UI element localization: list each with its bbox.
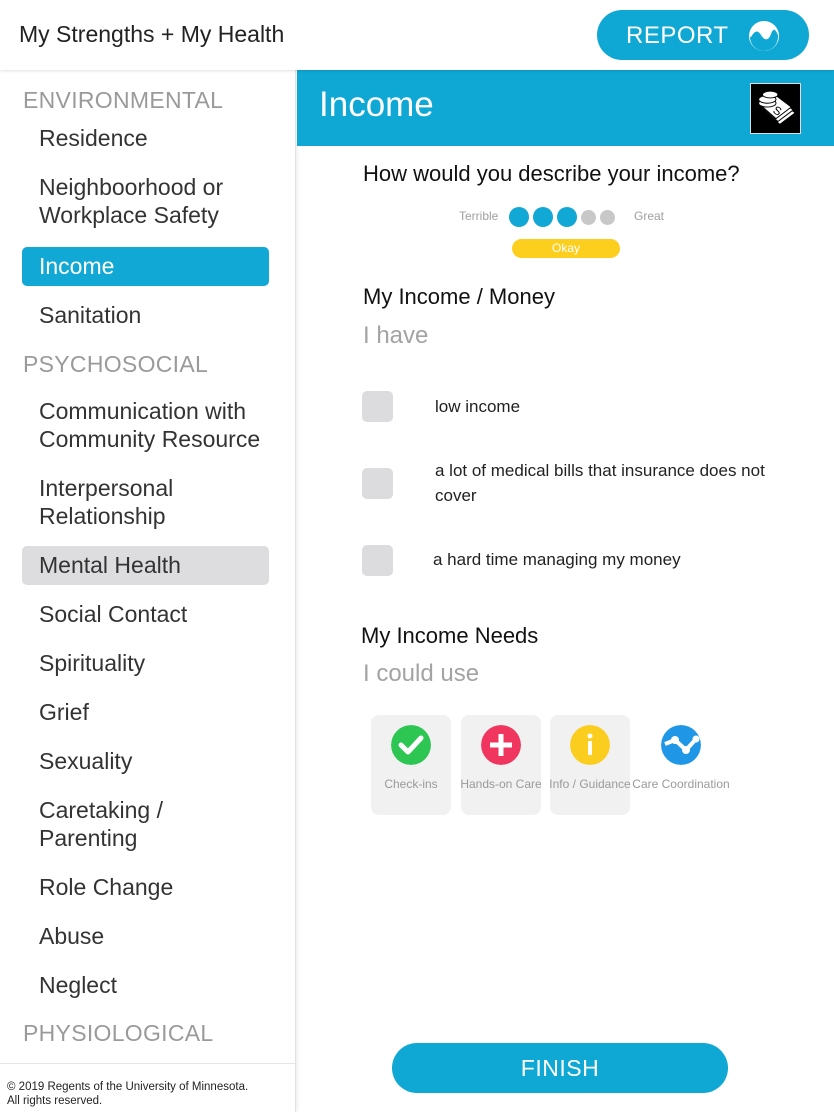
rating-dot-3[interactable] xyxy=(557,207,577,227)
info-icon xyxy=(570,725,610,765)
section-label-physiological: PHYSIOLOGICAL xyxy=(23,1020,214,1046)
report-button-label: REPORT xyxy=(626,22,729,49)
checkbox-managing-money[interactable] xyxy=(362,545,393,576)
main-panel: Income S How would you describe your inc… xyxy=(297,70,834,1112)
option-label-medical-bills: a lot of medical bills that insurance do… xyxy=(435,461,765,505)
rating-low-label: Terrible xyxy=(459,209,499,223)
need-label: Info / Guidance xyxy=(549,777,631,791)
needs-heading: My Income Needs xyxy=(361,623,539,648)
sidebar: ENVIRONMENTAL Residence Neighboorhood or… xyxy=(0,70,296,1112)
check-icon xyxy=(391,725,431,765)
need-info-guidance[interactable]: Info / Guidance xyxy=(549,715,631,815)
sidebar-item-mental-health[interactable]: Mental Health xyxy=(22,546,269,585)
checkbox-low-income[interactable] xyxy=(362,391,393,422)
sidebar-item-sexuality[interactable]: Sexuality xyxy=(22,747,269,775)
top-bar: My Strengths + My Health REPORT xyxy=(0,0,834,70)
rating-dot-5[interactable] xyxy=(600,209,615,225)
sidebar-item-sanitation[interactable]: Sanitation xyxy=(22,301,269,329)
sidebar-item-neglect[interactable]: Neglect xyxy=(22,971,269,999)
rating-question: How would you describe your income? xyxy=(363,161,740,186)
sidebar-item-caretaking[interactable]: Caretaking / Parenting xyxy=(22,796,192,852)
strengths-heading: My Income / Money xyxy=(363,284,555,309)
rating-dot-4[interactable] xyxy=(581,209,596,225)
needs-prompt: I could use xyxy=(363,660,480,687)
sidebar-item-abuse[interactable]: Abuse xyxy=(22,922,269,950)
section-label-environmental: ENVIRONMENTAL xyxy=(23,87,224,113)
page-header: Income S xyxy=(297,70,834,146)
rating-high-label: Great xyxy=(634,209,665,223)
sidebar-item-role-change[interactable]: Role Change xyxy=(22,873,269,901)
sidebar-item-grief[interactable]: Grief xyxy=(22,698,269,726)
chart-wave-icon xyxy=(749,21,779,51)
need-care-coordination[interactable]: Care Coordination xyxy=(632,715,730,815)
need-label: Care Coordination xyxy=(632,777,730,791)
sidebar-item-income[interactable]: Income xyxy=(22,247,269,286)
need-label: Hands-on Care xyxy=(460,777,542,791)
sidebar-item-residence[interactable]: Residence xyxy=(22,124,269,152)
option-label-low-income: low income xyxy=(435,397,521,416)
rating-value-badge: Okay xyxy=(512,239,620,258)
copyright-line-1: © 2019 Regents of the University of Minn… xyxy=(7,1081,249,1093)
strengths-prompt: I have xyxy=(363,322,429,349)
finish-button[interactable]: FINISH xyxy=(392,1043,728,1093)
sidebar-item-spirituality[interactable]: Spirituality xyxy=(22,649,269,677)
sidebar-item-neighborhood-safety[interactable]: Neighboorhood or Workplace Safety xyxy=(22,173,252,229)
sidebar-item-social-contact[interactable]: Social Contact xyxy=(22,600,269,628)
network-icon xyxy=(661,725,701,765)
need-hands-on-care[interactable]: Hands-on Care xyxy=(460,715,542,815)
money-coins-icon: S xyxy=(750,83,801,134)
need-label: Check-ins xyxy=(384,777,438,791)
sidebar-item-interpersonal[interactable]: Interpersonal Relationship xyxy=(22,474,222,530)
report-button[interactable]: REPORT xyxy=(597,10,809,60)
rating-dot-2[interactable] xyxy=(533,207,553,227)
sidebar-divider xyxy=(0,1063,295,1064)
rating-scale: Terrible Great xyxy=(297,207,834,227)
checkbox-medical-bills[interactable] xyxy=(362,468,393,499)
section-label-psychosocial: PSYCHOSOCIAL xyxy=(23,351,209,377)
option-label-managing-money: a hard time managing my money xyxy=(433,550,681,569)
page-title: Income xyxy=(319,85,434,124)
rating-dot-1[interactable] xyxy=(509,207,529,227)
need-check-ins[interactable]: Check-ins xyxy=(371,715,451,815)
sidebar-item-communication[interactable]: Communication with Community Resource xyxy=(22,397,282,453)
copyright: © 2019 Regents of the University of Minn… xyxy=(7,1080,248,1108)
copyright-line-2: All rights reserved. xyxy=(7,1095,103,1107)
app-title: My Strengths + My Health xyxy=(19,21,285,47)
plus-icon xyxy=(481,725,521,765)
